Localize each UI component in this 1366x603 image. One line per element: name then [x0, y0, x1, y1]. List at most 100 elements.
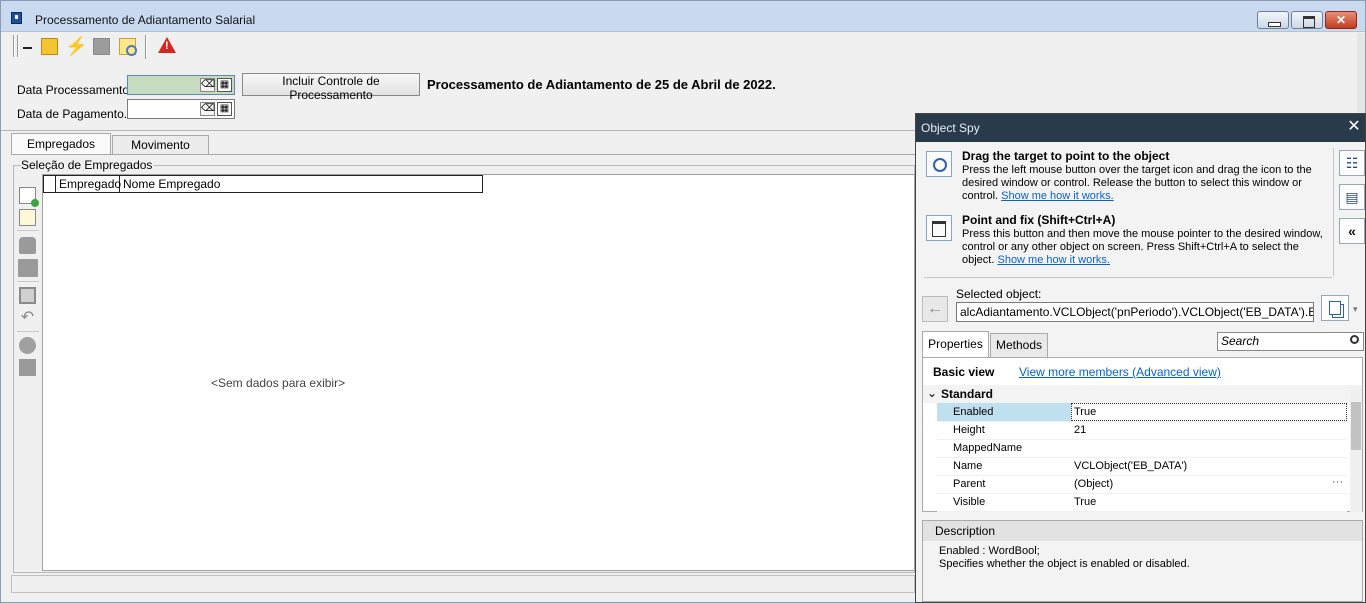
selected-object-field[interactable]: alcAdiantamento.VCLObject('pnPeriodo').V… — [956, 302, 1314, 322]
description-signature: Enabled : WordBool; — [939, 545, 1040, 557]
back-arrow-icon[interactable]: ← — [922, 296, 948, 322]
property-row[interactable]: MappedName — [937, 439, 1347, 458]
description-text: Specifies whether the object is enabled … — [939, 558, 1190, 570]
scrollbar[interactable] — [1357, 33, 1365, 123]
lightning-icon[interactable]: ⚡ — [65, 37, 87, 55]
chevron-down-icon[interactable]: ▾ — [1353, 304, 1358, 315]
property-row[interactable]: Visible True — [937, 493, 1347, 512]
property-value[interactable]: 21 — [1071, 421, 1347, 440]
property-value[interactable] — [1071, 439, 1347, 458]
drag-target-text: Press the left mouse button over the tar… — [962, 164, 1334, 203]
save-icon[interactable] — [19, 287, 36, 304]
toolbar: ⚡ — [13, 33, 183, 61]
process-title: Processamento de Adiantamento de 25 de A… — [427, 77, 776, 92]
chevron-down-icon[interactable]: ⌄ — [927, 386, 937, 400]
undo-icon[interactable]: ↶ — [19, 309, 36, 326]
copy-icon[interactable] — [1321, 295, 1349, 321]
property-row[interactable]: Name VCLObject('EB_DATA') — [937, 457, 1347, 476]
object-spy-window: Object Spy ✕ Drag the target to point to… — [915, 113, 1366, 603]
property-name: MappedName — [937, 439, 1071, 458]
advanced-view-link[interactable]: View more members (Advanced view) — [1019, 365, 1221, 379]
property-row[interactable]: Height 21 — [937, 421, 1347, 440]
instructions-panel: Drag the target to point to the object P… — [922, 145, 1334, 277]
search-icon[interactable] — [1350, 335, 1359, 344]
find-icon[interactable] — [19, 337, 36, 354]
show-me-link[interactable]: Show me how it works. — [997, 254, 1109, 266]
toolbar-grip[interactable] — [13, 35, 15, 57]
property-value-text: (Object) — [1074, 478, 1114, 490]
point-and-fix-title: Point and fix (Shift+Ctrl+A) — [962, 213, 1116, 227]
toolbar-grip[interactable] — [17, 35, 19, 57]
property-value[interactable]: True — [1071, 403, 1347, 422]
delete-icon[interactable] — [19, 237, 36, 254]
book-icon[interactable] — [41, 38, 58, 55]
employees-grid[interactable]: Empregado Nome Empregado <Sem dados para… — [42, 174, 915, 571]
divider — [17, 230, 39, 231]
column-header-nome-empregado[interactable]: Nome Empregado — [120, 176, 482, 192]
object-browser-icon[interactable]: ▤ — [1339, 184, 1365, 210]
column-header-empregado[interactable]: Empregado — [56, 176, 121, 192]
selected-object-label: Selected object: — [956, 287, 1042, 301]
data-processamento-label: Data Processamento... — [17, 83, 140, 97]
object-spy-title-bar[interactable]: Object Spy ✕ — [916, 114, 1365, 142]
toolbar-separator — [145, 35, 147, 59]
document-icon[interactable] — [19, 209, 36, 226]
data-pagamento-field[interactable]: ⌫ ▦ — [127, 99, 235, 119]
window-title: Processamento de Adiantamento Salarial — [35, 13, 256, 27]
show-me-link[interactable]: Show me how it works. — [1001, 190, 1113, 202]
search-input[interactable]: Search — [1217, 332, 1364, 351]
empty-grid-text: <Sem dados para exibir> — [211, 376, 346, 390]
tab-movimento[interactable]: Movimento — [112, 135, 209, 155]
data-processamento-input[interactable] — [128, 76, 200, 94]
minimize-button[interactable] — [1257, 11, 1289, 29]
tab-methods[interactable]: Methods — [990, 333, 1048, 358]
data-pagamento-label: Data de Pagamento.... — [17, 107, 138, 121]
property-value[interactable]: VCLObject('EB_DATA') — [1071, 457, 1347, 476]
calendar-icon[interactable]: ▦ — [217, 102, 232, 116]
data-pagamento-input[interactable] — [128, 100, 200, 118]
eraser-icon[interactable]: ⌫ — [200, 78, 215, 92]
scrollbar[interactable] — [1350, 386, 1362, 512]
app-icon — [11, 12, 22, 24]
search-doc-icon[interactable] — [119, 38, 137, 56]
property-row[interactable]: Enabled True — [937, 403, 1347, 422]
data-processamento-field[interactable]: ⌫ ▦ — [127, 75, 235, 95]
point-and-fix-icon[interactable] — [926, 215, 952, 241]
warning-icon[interactable] — [158, 37, 176, 53]
tab-empregados[interactable]: Empregados — [11, 133, 111, 155]
incluir-controle-button[interactable]: Incluir Controle de Processamento — [242, 73, 420, 102]
property-name: Height — [937, 421, 1071, 440]
ellipsis-button[interactable]: ··· — [1332, 476, 1343, 488]
close-button[interactable] — [1325, 11, 1357, 29]
title-bar[interactable]: Processamento de Adiantamento Salarial — [1, 1, 1365, 32]
collapse-icon[interactable]: « — [1339, 218, 1365, 244]
description-panel: Description Enabled : WordBool; Specifie… — [922, 520, 1363, 602]
add-record-icon[interactable] — [19, 187, 39, 207]
divider — [924, 277, 1332, 278]
block-icon[interactable] — [18, 259, 38, 277]
close-icon[interactable]: ✕ — [1345, 118, 1363, 136]
property-name: Parent — [937, 475, 1071, 494]
property-value[interactable]: (Object) ··· — [1071, 475, 1347, 494]
property-name: Enabled — [937, 403, 1071, 422]
property-grid: Enabled True Height 21 MappedName Name V… — [937, 403, 1347, 512]
section-standard[interactable]: ⌄ Standard — [923, 385, 1362, 403]
property-row[interactable]: Parent (Object) ··· — [937, 475, 1347, 494]
stop-icon[interactable] — [93, 38, 110, 55]
minus-icon[interactable] — [23, 47, 32, 49]
tab-properties[interactable]: Properties — [922, 331, 989, 358]
divider — [1333, 148, 1334, 276]
divider — [17, 331, 39, 332]
restore-button[interactable] — [1291, 11, 1323, 29]
tree-view-icon[interactable]: ☷ — [1339, 150, 1365, 176]
property-value[interactable]: True — [1071, 493, 1347, 512]
calendar-icon[interactable]: ▦ — [217, 78, 232, 92]
group-label: Seleção de Empregados — [21, 158, 155, 172]
drag-target-title: Drag the target to point to the object — [962, 149, 1170, 163]
section-title: Standard — [941, 387, 994, 401]
eraser-icon[interactable]: ⌫ — [200, 102, 215, 116]
side-button-bar: ↶ — [15, 179, 41, 479]
scrollbar-thumb[interactable] — [1351, 402, 1361, 450]
target-icon[interactable] — [926, 151, 952, 177]
stop-icon[interactable] — [19, 359, 36, 376]
